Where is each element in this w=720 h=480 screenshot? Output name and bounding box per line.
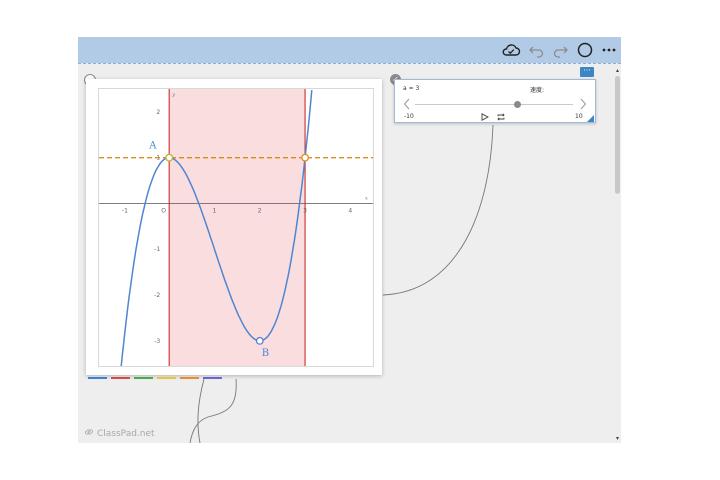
graph-plot[interactable]: -1123421-1-2-3 A B x y O	[98, 88, 374, 367]
circle-icon[interactable]	[575, 40, 595, 60]
scroll-down-icon[interactable]: ▾	[614, 436, 621, 442]
y-tick-label: -2	[154, 292, 160, 299]
y-tick-label: -3	[154, 338, 160, 345]
graph-card[interactable]: -1123421-1-2-3 A B x y O	[86, 79, 382, 375]
card-menu-icon[interactable]: ···	[580, 67, 594, 77]
color-swatch[interactable]	[157, 377, 176, 379]
y-tick-label: -1	[154, 246, 160, 253]
x-tick-label: -1	[122, 207, 128, 214]
connector-slider-to-graph	[382, 124, 494, 296]
x-tick-label: 2	[258, 207, 262, 214]
y-tick-label: 2	[156, 109, 160, 116]
x-tick-label: 4	[348, 207, 352, 214]
redo-icon[interactable]	[550, 40, 570, 60]
slider-min-label: -10	[404, 113, 414, 120]
slider-variable-label: a = 3	[403, 85, 420, 92]
speed-label: 速度:	[530, 87, 545, 94]
color-swatch[interactable]	[203, 377, 222, 379]
shaded-region	[169, 89, 306, 366]
scrollbar-thumb[interactable]	[615, 76, 620, 194]
connector-swatch-1	[197, 378, 205, 443]
resize-corner-icon[interactable]	[587, 115, 594, 122]
classpad-workspace: -1123421-1-2-3 A B x y O ✓ a = 3 速度:	[78, 37, 621, 443]
connector-swatch-2	[189, 378, 237, 443]
cloud-sync-icon[interactable]	[501, 40, 521, 60]
point-a	[165, 153, 174, 162]
intersection-point	[301, 153, 310, 162]
point-b	[255, 336, 264, 345]
scroll-up-icon[interactable]: ▴	[614, 68, 621, 74]
y-axis-label: y	[171, 92, 175, 98]
x-axis-label: x	[365, 195, 368, 201]
slider-card[interactable]: a = 3 速度: -10 10	[394, 79, 596, 123]
color-swatch[interactable]	[180, 377, 199, 379]
slider-decrement-icon[interactable]	[403, 98, 411, 110]
more-icon[interactable]	[599, 40, 619, 60]
color-swatch[interactable]	[134, 377, 153, 379]
play-icon[interactable]	[480, 113, 490, 121]
slider-max-label: 10	[575, 113, 583, 120]
toolbar-divider	[78, 63, 621, 64]
watermark-text: ClassPad.net	[97, 429, 155, 439]
slider-increment-icon[interactable]	[579, 98, 587, 110]
origin-label: O	[161, 207, 166, 214]
graph-canvas[interactable]: -1123421-1-2-3 A B x y O	[99, 89, 373, 366]
color-swatch[interactable]	[88, 377, 107, 379]
watermark: ClassPad.net	[84, 427, 155, 439]
link-icon	[84, 427, 94, 437]
slider-track[interactable]	[415, 104, 573, 105]
undo-icon[interactable]	[527, 40, 547, 60]
point-b-label: B	[262, 348, 269, 359]
point-a-label: A	[148, 141, 157, 152]
x-tick-label: 1	[212, 207, 216, 214]
top-toolbar	[78, 37, 621, 63]
repeat-icon[interactable]	[496, 113, 506, 121]
x-tick-label: 3	[303, 207, 307, 214]
color-swatch[interactable]	[111, 377, 130, 379]
slider-knob[interactable]	[514, 101, 522, 108]
